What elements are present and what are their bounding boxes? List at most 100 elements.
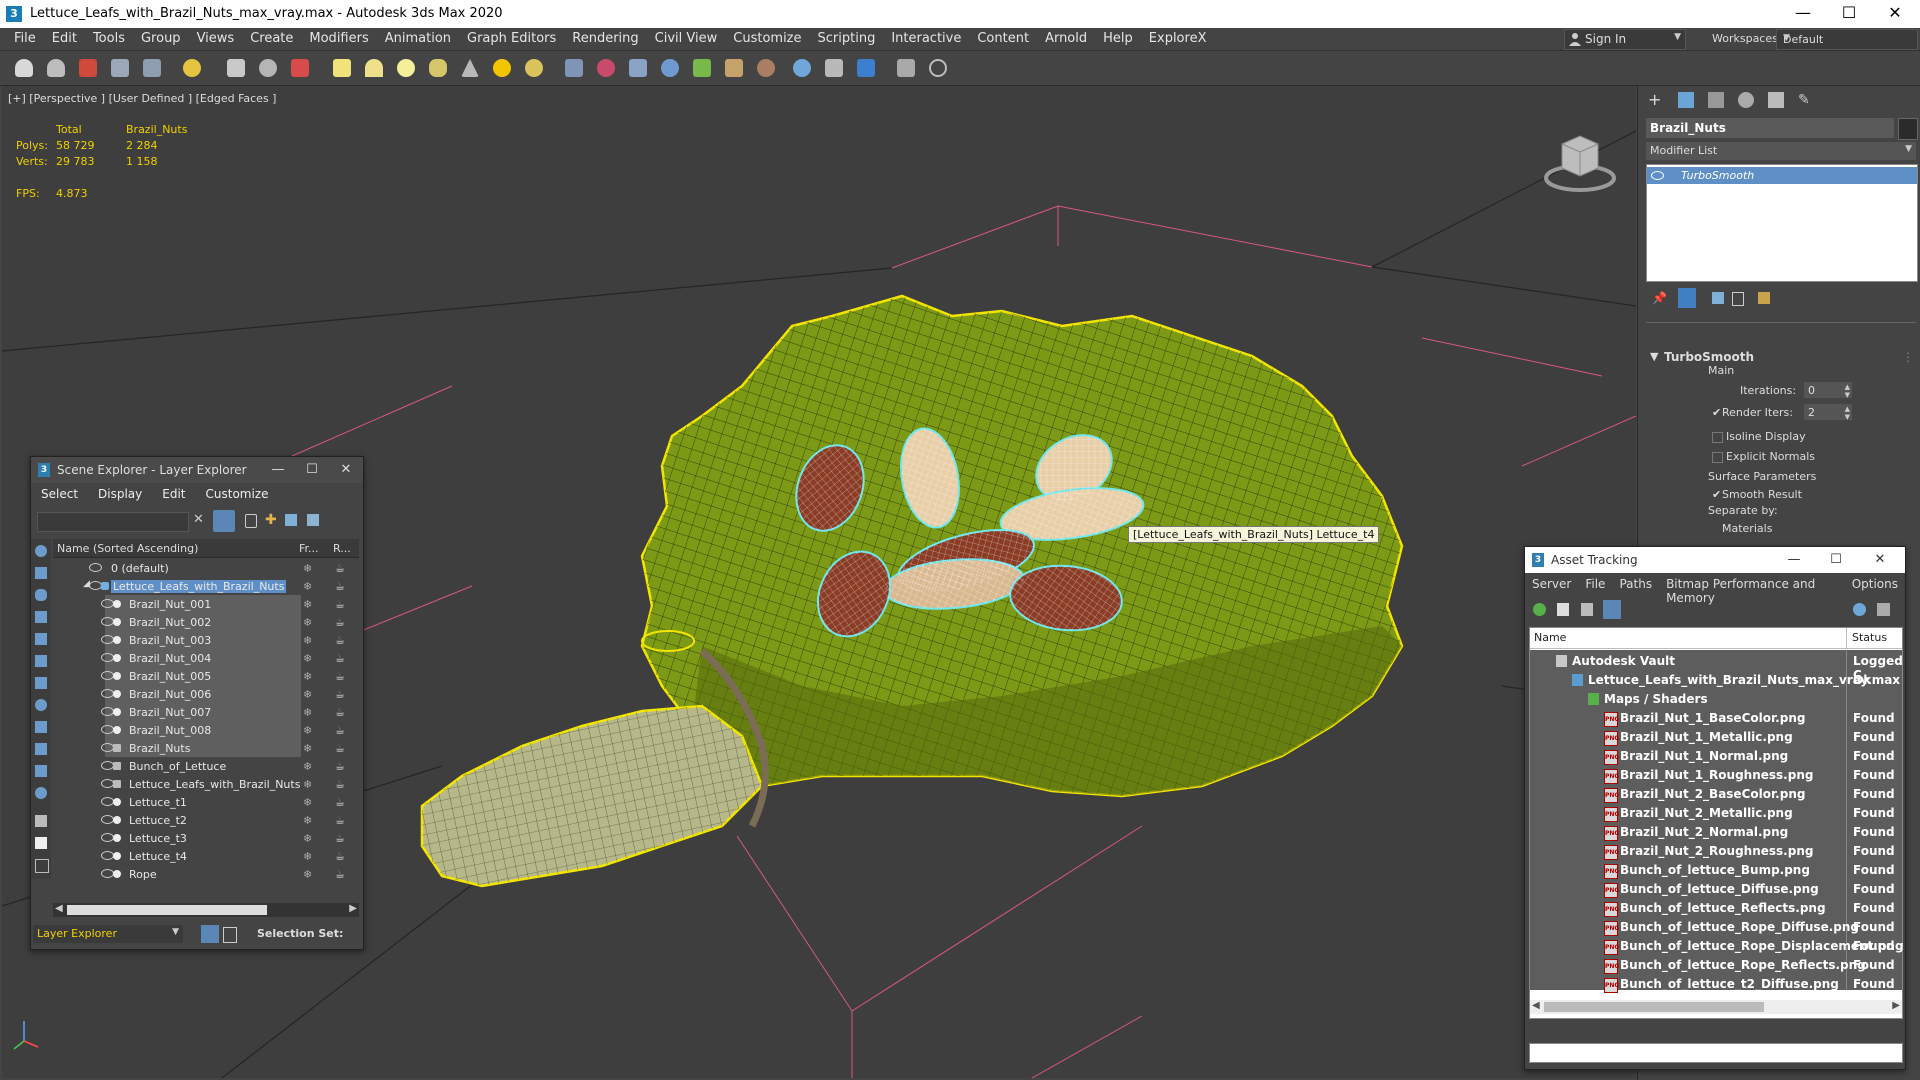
table-view-icon[interactable]	[1603, 600, 1621, 619]
freeze-icon[interactable]: ❄	[303, 814, 312, 827]
asset-row[interactable]: PNG Bunch_of_lettuce_t2_Diffuse.png Found	[1530, 975, 1902, 994]
systems-icon[interactable]	[658, 57, 682, 79]
object-name-field[interactable]: Brazil_Nuts	[1646, 118, 1894, 138]
at-menu-bitmap[interactable]: Bitmap Performance and Memory	[1659, 573, 1845, 605]
explicit-normals-checkbox[interactable]	[1712, 452, 1723, 463]
menu-modifiers[interactable]: Modifiers	[301, 28, 376, 50]
undo-icon[interactable]	[12, 57, 36, 79]
at-menu-server[interactable]: Server	[1525, 573, 1578, 595]
select-filter-icon[interactable]	[180, 57, 204, 79]
render-iters-spinner[interactable]: 2 ▲ ▼	[1804, 404, 1852, 421]
at-menu-file[interactable]: File	[1578, 573, 1612, 595]
render-icon[interactable]: ☕	[335, 670, 345, 683]
freeze-icon[interactable]: ❄	[303, 796, 312, 809]
workspace-select[interactable]: Default ▼	[1776, 29, 1918, 50]
display-options-icon[interactable]	[35, 815, 47, 827]
render-icon[interactable]: ☕	[335, 778, 345, 791]
utilities-tab-icon[interactable]: ✎	[1798, 92, 1814, 108]
asset-row[interactable]: PNG Brazil_Nut_1_BaseColor.png Found	[1530, 709, 1902, 728]
rollout-title[interactable]: TurboSmooth	[1664, 350, 1754, 364]
help-icon[interactable]	[1853, 603, 1866, 616]
render-icon[interactable]: ☕	[335, 724, 345, 737]
minimize-button[interactable]: —	[1780, 0, 1826, 28]
se-menu-display[interactable]: Display	[88, 483, 152, 505]
layer-row[interactable]: Brazil_Nuts ❄ ☕	[53, 739, 359, 757]
layer-row[interactable]: Lettuce_t3 ❄ ☕	[53, 829, 359, 847]
menu-content[interactable]: Content	[969, 28, 1037, 50]
cylinder-icon[interactable]	[394, 57, 418, 79]
render-icon[interactable]: ☕	[335, 832, 345, 845]
menu-rendering[interactable]: Rendering	[564, 28, 646, 50]
asset-row[interactable]: PNG Bunch_of_lettuce_Rope_Displacement.pn…	[1530, 937, 1904, 956]
display-cameras-icon[interactable]	[35, 633, 47, 645]
create-tab-icon[interactable]: +	[1648, 92, 1664, 108]
at-menu-paths[interactable]: Paths	[1612, 573, 1659, 595]
modifier-stack-item[interactable]: TurboSmooth	[1647, 167, 1917, 184]
isoline-checkbox[interactable]	[1712, 432, 1723, 443]
freeze-icon[interactable]: ❄	[303, 688, 312, 701]
layer-row[interactable]: Brazil_Nut_002 ❄ ☕	[53, 613, 359, 631]
se-search-input[interactable]	[37, 512, 189, 532]
menu-customize[interactable]: Customize	[725, 28, 809, 50]
render-icon[interactable]: ☕	[335, 814, 345, 827]
asset-row[interactable]: PNG Brazil_Nut_2_Roughness.png Found	[1530, 842, 1902, 861]
layer-row[interactable]: Brazil_Nut_001 ❄ ☕	[53, 595, 359, 613]
menu-interactive[interactable]: Interactive	[883, 28, 969, 50]
col-frozen-header[interactable]: Fr...	[299, 542, 319, 555]
helper-icon[interactable]	[594, 57, 618, 79]
hierarchy-toggle-icon[interactable]	[223, 927, 237, 943]
refresh-icon[interactable]	[1533, 603, 1546, 616]
unlink-icon[interactable]	[108, 57, 132, 79]
freeze-icon[interactable]: ❄	[303, 652, 312, 665]
foliage-icon[interactable]	[690, 57, 714, 79]
col-name-header[interactable]: Name (Sorted Ascending)	[57, 542, 198, 555]
material-icon[interactable]	[754, 57, 778, 79]
settings-icon[interactable]	[1877, 603, 1890, 616]
layer-row[interactable]: Brazil_Nut_008 ❄ ☕	[53, 721, 359, 739]
sphere-icon[interactable]	[362, 57, 386, 79]
asset-row[interactable]: PNG Bunch_of_lettuce_Rope_Reflects.png Fou…	[1530, 956, 1902, 975]
layer-row[interactable]: Brazil_Nut_007 ❄ ☕	[53, 703, 359, 721]
layer-row[interactable]: Lettuce_t2 ❄ ☕	[53, 811, 359, 829]
scroll-left-icon[interactable]: ◀	[1532, 1000, 1540, 1011]
freeze-icon[interactable]: ❄	[303, 634, 312, 647]
render-icon[interactable]: ☕	[335, 688, 345, 701]
render-icon[interactable]: ☕	[335, 868, 345, 881]
box-icon[interactable]	[330, 57, 354, 79]
render-iters-checkbox[interactable]: ✔	[1712, 406, 1721, 419]
hair-icon[interactable]	[722, 57, 746, 79]
light-icon[interactable]	[490, 57, 514, 79]
show-end-result-icon[interactable]	[1678, 288, 1696, 308]
scroll-left-icon[interactable]: ◀	[55, 903, 63, 914]
modifier-list-select[interactable]: Modifier List ▼	[1646, 142, 1916, 160]
filter-icon[interactable]	[213, 510, 235, 532]
scene-explorer-titlebar[interactable]: 3 Scene Explorer - Layer Explorer — ☐ ✕	[31, 457, 363, 483]
col-name-header[interactable]: Name	[1534, 631, 1566, 644]
render-icon[interactable]: ☕	[335, 850, 345, 863]
asset-row[interactable]: PNG Brazil_Nut_1_Metallic.png Found	[1530, 728, 1902, 747]
maximize-button[interactable]: ☐	[1826, 0, 1872, 28]
layer-row[interactable]: Lettuce_t1 ❄ ☕	[53, 793, 359, 811]
menu-civil-view[interactable]: Civil View	[647, 28, 726, 50]
menu-animation[interactable]: Animation	[377, 28, 459, 50]
asset-row[interactable]: PNG Bunch_of_lettuce_Bump.png Found	[1530, 861, 1902, 880]
maximize-button[interactable]: ☐	[1821, 550, 1851, 570]
bind-spacewarp-icon[interactable]	[140, 57, 164, 79]
menu-explorex[interactable]: ExploreX	[1141, 28, 1215, 50]
render-frame-icon[interactable]	[822, 57, 846, 79]
freeze-icon[interactable]: ❄	[303, 598, 312, 611]
camera-icon[interactable]	[522, 57, 546, 79]
menu-tools[interactable]: Tools	[85, 28, 133, 50]
motion-tab-icon[interactable]	[1738, 92, 1754, 108]
display-groups-icon[interactable]	[35, 699, 47, 711]
menu-create[interactable]: Create	[242, 28, 301, 50]
asset-row[interactable]: PNG Bunch_of_lettuce_Reflects.png Found	[1530, 899, 1902, 918]
layer-row[interactable]: Lettuce_Leafs_with_Brazil_Nuts ❄ ☕	[53, 775, 359, 793]
layer-row[interactable]: Rope ❄ ☕	[53, 865, 359, 883]
freeze-icon[interactable]: ❄	[303, 850, 312, 863]
asset-row[interactable]: PNG Brazil_Nut_1_Normal.png Found	[1530, 747, 1902, 766]
layer-row[interactable]: Lettuce_t4 ❄ ☕	[53, 847, 359, 865]
asset-path-field[interactable]	[1529, 1043, 1903, 1063]
col-status-header[interactable]: Status	[1852, 631, 1887, 644]
display-all-icon[interactable]	[35, 545, 47, 557]
